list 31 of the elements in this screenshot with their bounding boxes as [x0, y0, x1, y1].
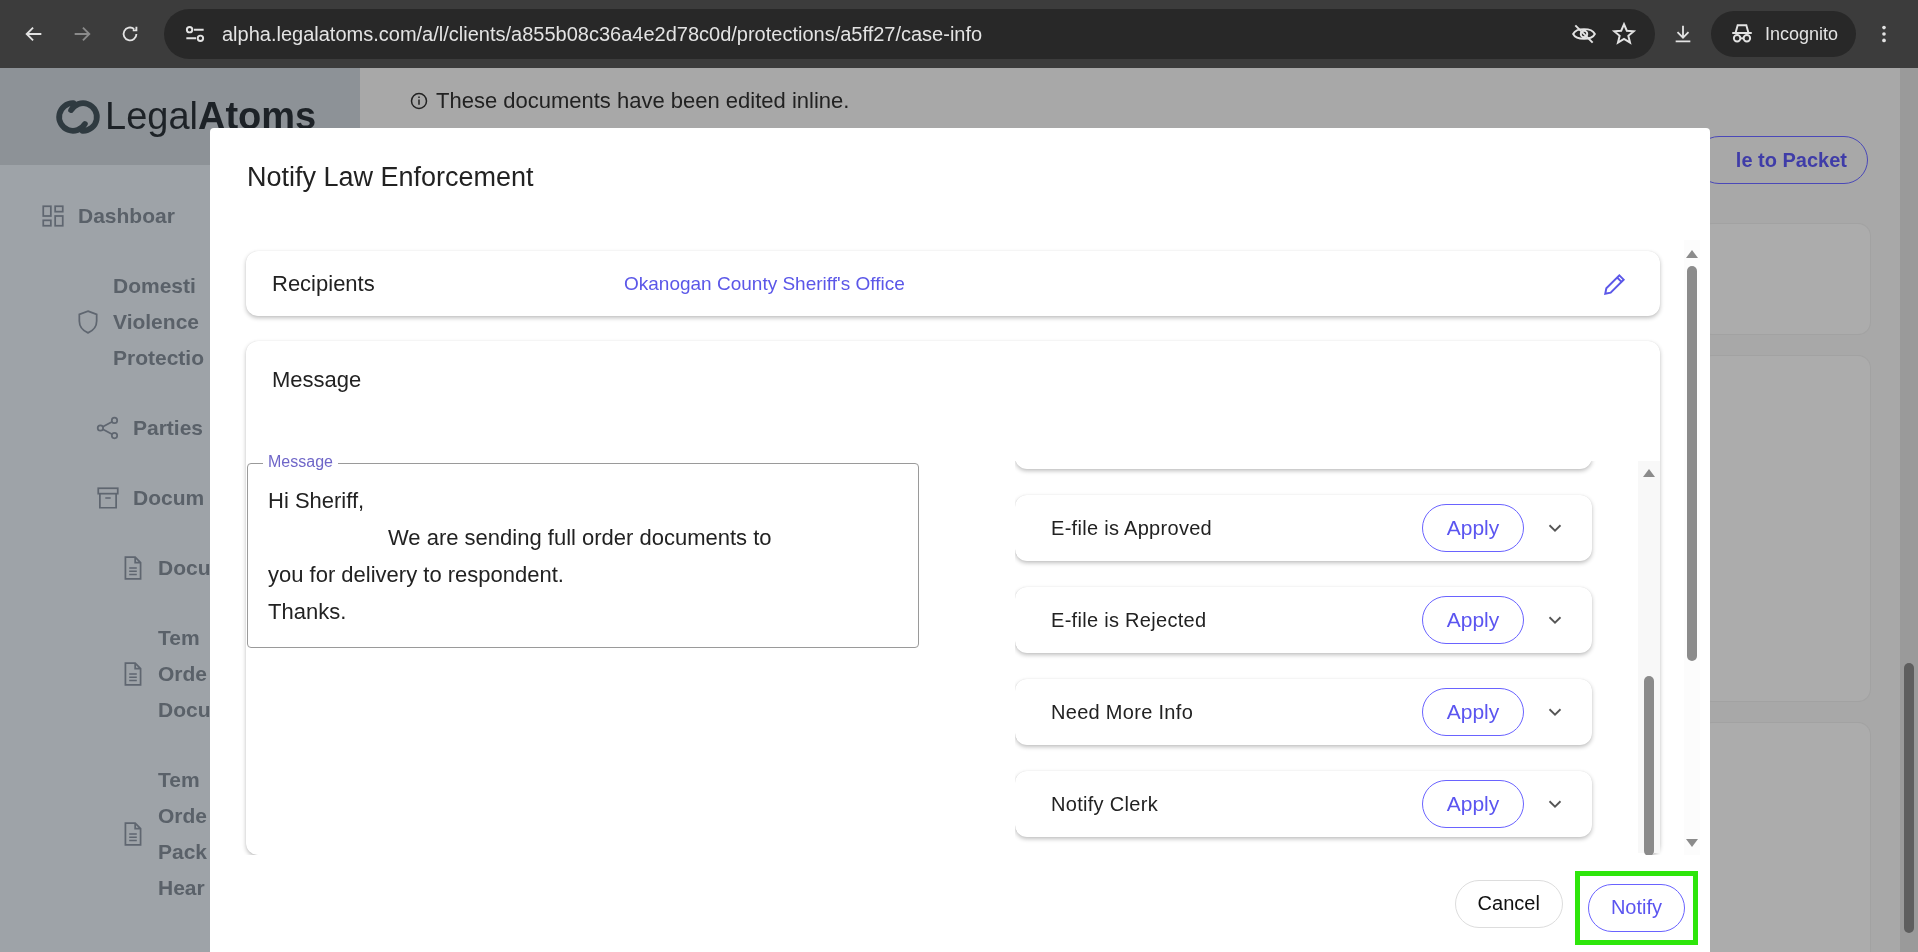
logo-text: LegalAtoms	[105, 95, 317, 138]
recipients-label: Recipients	[272, 270, 376, 297]
scrollbar[interactable]	[1638, 461, 1660, 853]
apply-button[interactable]: Apply	[1422, 688, 1524, 736]
template-name: E-file is Rejected	[1051, 608, 1208, 632]
apply-button[interactable]: Apply	[1422, 780, 1524, 828]
template-name: Notify Clerk	[1051, 792, 1159, 816]
scrollbar-thumb[interactable]	[1644, 676, 1654, 855]
info-icon	[410, 92, 428, 110]
share-icon	[95, 415, 121, 441]
shield-icon	[75, 309, 101, 335]
cancel-button[interactable]: Cancel	[1454, 879, 1563, 928]
scrollbar-thumb[interactable]	[1904, 663, 1914, 933]
scrollbar-thumb[interactable]	[1687, 266, 1697, 661]
scroll-up-icon[interactable]	[1643, 469, 1655, 477]
scroll-down-icon[interactable]	[1686, 839, 1698, 847]
message-heading: Message	[272, 367, 362, 393]
notify-button[interactable]: Notify	[1587, 883, 1685, 932]
archive-icon	[95, 485, 121, 511]
template-name: Need More Info	[1051, 700, 1195, 724]
profile-button[interactable]: Incognito	[1710, 11, 1856, 57]
template-name: E-file is Approved	[1051, 516, 1214, 540]
scrollbar[interactable]	[1900, 68, 1918, 952]
notice-text: These documents have been edited inline.	[436, 88, 850, 114]
grid-icon	[40, 203, 66, 229]
dialog-title: Notify Law Enforcement	[246, 161, 535, 194]
apply-button[interactable]: Apply	[1422, 504, 1524, 552]
scroll-up-icon[interactable]	[1686, 250, 1698, 258]
star-icon[interactable]	[1610, 21, 1637, 47]
recipient-link[interactable]: Okanogan County Sheriff's Office	[624, 272, 1602, 295]
apply-button[interactable]: Apply	[1422, 596, 1524, 644]
